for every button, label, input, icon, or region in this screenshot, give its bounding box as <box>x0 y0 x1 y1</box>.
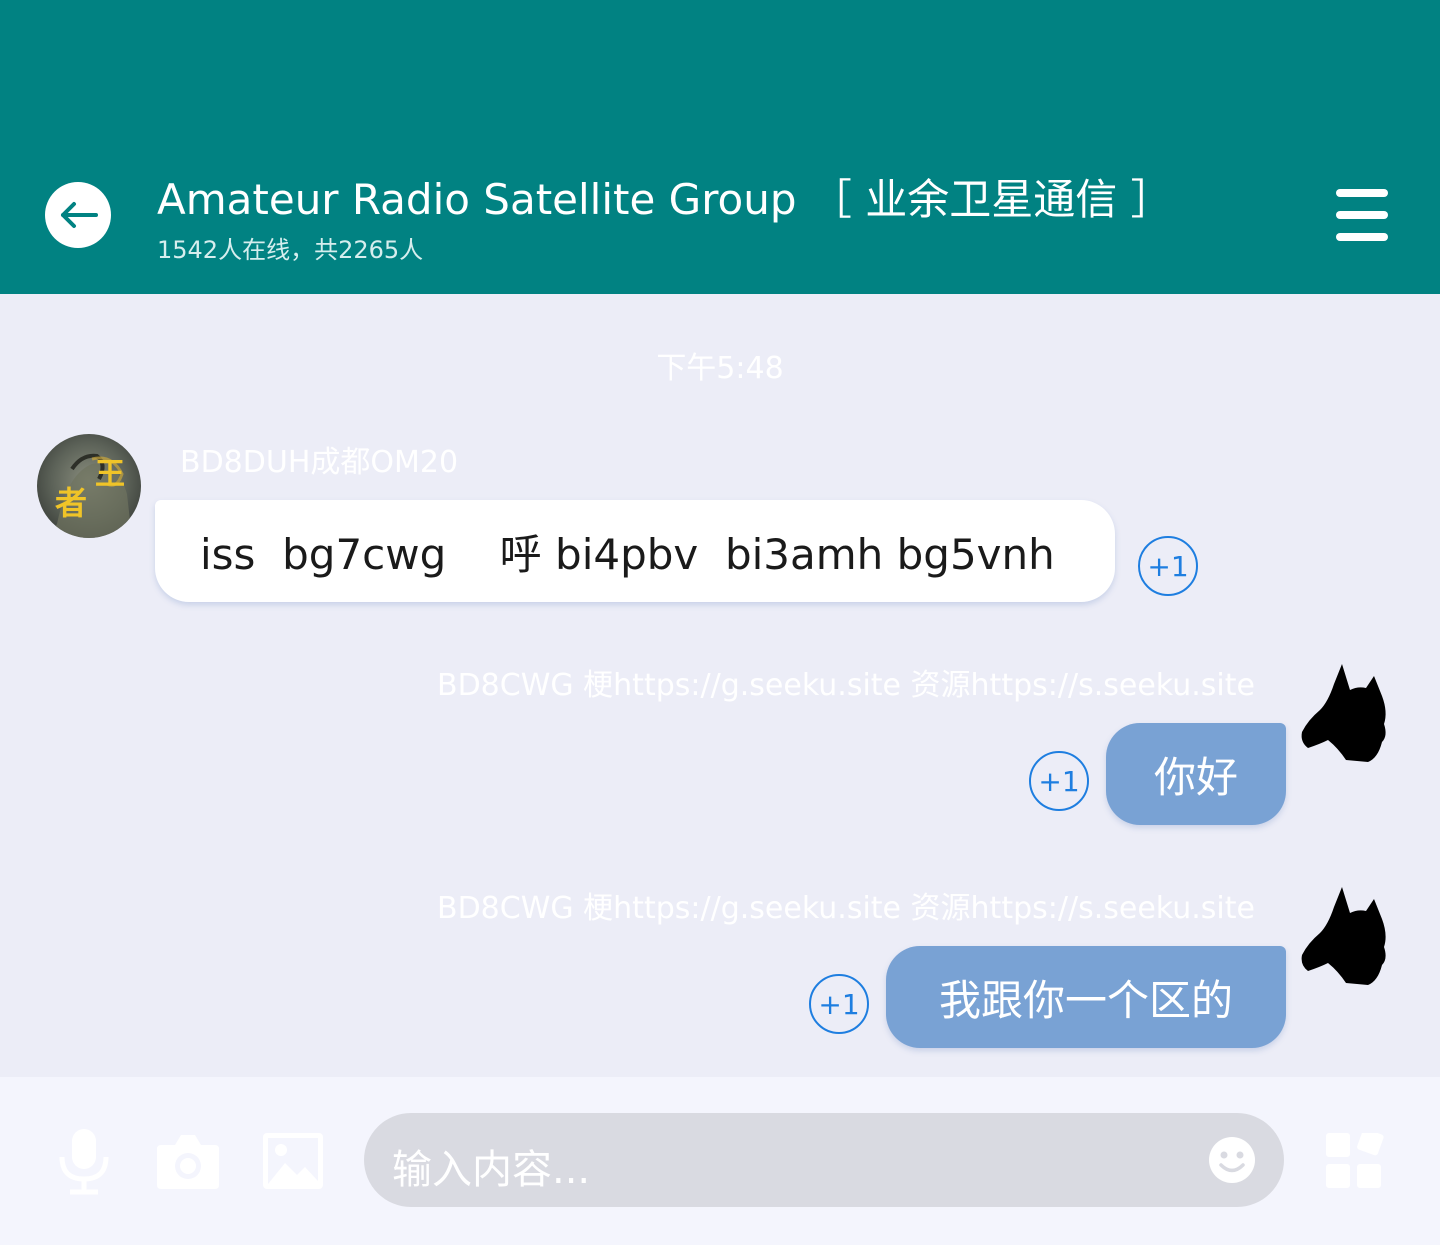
chat-header: Amateur Radio Satellite Group ［ 业余卫星通信 ］… <box>0 0 1440 294</box>
message-text: iss bg7cwg 呼 bi4pbv bi3amh bg5vnh <box>200 529 1055 579</box>
input-placeholder: 输入内容... <box>392 1147 591 1193</box>
message-input[interactable]: 输入内容... <box>364 1113 1284 1207</box>
message-bubble-outgoing[interactable]: 我跟你一个区的 <box>886 946 1286 1048</box>
cat-avatar-icon[interactable] <box>1298 662 1394 762</box>
plus-one-button[interactable]: +1 <box>1138 536 1198 596</box>
microphone-icon[interactable] <box>58 1129 110 1195</box>
menu-button[interactable] <box>1336 189 1390 243</box>
svg-text:者: 者 <box>55 484 87 522</box>
avatar[interactable]: 王 者 <box>37 434 141 538</box>
member-count: 1542人在线，共2265人 <box>157 236 424 264</box>
apps-icon[interactable] <box>1326 1133 1384 1189</box>
plus-one-button[interactable]: +1 <box>1029 751 1089 811</box>
sender-name: BD8DUH成都OM20 <box>180 445 459 480</box>
sender-name: BD8CWG 梗https://g.seeku.site 资源https://s… <box>437 668 1255 703</box>
message-text: 我跟你一个区的 <box>938 975 1233 1025</box>
camera-icon[interactable] <box>157 1133 219 1189</box>
message-text: 你好 <box>1153 752 1238 802</box>
cat-avatar-icon[interactable] <box>1298 885 1394 985</box>
message-timestamp: 下午5:48 <box>656 351 784 386</box>
back-button[interactable] <box>45 182 111 248</box>
image-icon[interactable] <box>263 1133 323 1189</box>
svg-text:王: 王 <box>95 457 125 492</box>
message-bubble-incoming[interactable]: iss bg7cwg 呼 bi4pbv bi3amh bg5vnh <box>155 500 1115 602</box>
back-arrow-icon <box>61 202 98 228</box>
message-bubble-outgoing[interactable]: 你好 <box>1106 723 1286 825</box>
group-title[interactable]: Amateur Radio Satellite Group ［ 业余卫星通信 ］ <box>157 166 1173 227</box>
sender-name: BD8CWG 梗https://g.seeku.site 资源https://s… <box>437 891 1255 926</box>
plus-one-button[interactable]: +1 <box>809 974 869 1034</box>
input-toolbar: 输入内容... <box>0 1077 1440 1245</box>
emoji-icon[interactable] <box>1208 1136 1256 1184</box>
